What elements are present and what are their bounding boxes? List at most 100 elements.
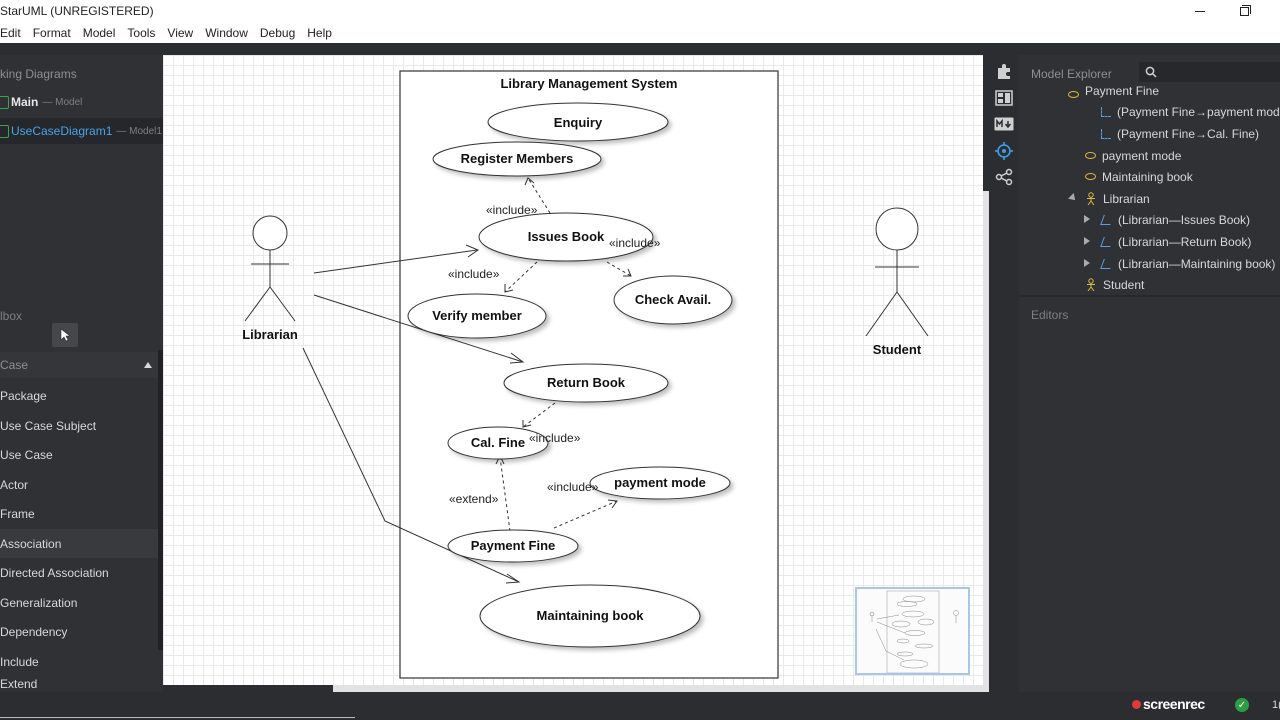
tree-item-payment-fine[interactable]: Payment Fine (1068, 80, 1159, 98)
usecase-icon (1085, 152, 1096, 159)
staruml-window: StarUML (UNREGISTERED) Edit Format Model… (0, 0, 1280, 720)
usecase-label: payment mode (614, 475, 706, 490)
tree-item-payment-mode[interactable]: payment mode (1085, 145, 1181, 166)
expand-arrow-icon[interactable] (1084, 237, 1090, 245)
association-icon (1100, 236, 1114, 247)
right-icon-bar (989, 55, 1019, 692)
include-icon (1101, 106, 1111, 117)
minimize-button[interactable] (1180, 0, 1220, 22)
tool-extend[interactable]: Extend (0, 677, 158, 692)
tool-include[interactable]: Include (0, 647, 158, 676)
usecase-return-book[interactable]: Return Book (503, 363, 669, 403)
tree-item-assoc-maintaining[interactable]: (Librarian—Maintaining book) (1084, 253, 1275, 274)
association-icon (1100, 214, 1114, 225)
usecase-payment-fine[interactable]: Payment Fine (447, 529, 579, 563)
tree-item-librarian[interactable]: Librarian (1068, 188, 1150, 209)
tree-item-maintaining-book[interactable]: Maintaining book (1085, 166, 1193, 187)
diagram-icon (0, 124, 9, 138)
share-button[interactable] (993, 166, 1015, 188)
tree-item-extend-cal-fine[interactable]: (Payment Fine→Cal. Fine) (1101, 123, 1259, 144)
menu-bar: Edit Format Model Tools View Window Debu… (0, 22, 1280, 43)
diagram-canvas[interactable]: Library Management System Enquiry Regist… (163, 55, 983, 685)
usecase-label: Payment Fine (471, 538, 556, 553)
tool-usecase-subject[interactable]: Use Case Subject (0, 411, 158, 440)
usecase-label: Enquiry (554, 115, 603, 130)
tool-actor[interactable]: Actor (0, 470, 158, 499)
menu-model[interactable]: Model (83, 26, 116, 40)
usecase-label: Cal. Fine (471, 435, 525, 450)
record-icon (1132, 699, 1141, 709)
tree-item-include-payment-mode[interactable]: (Payment Fine→payment mode) (1101, 101, 1280, 122)
tree-item-student[interactable]: Student (1085, 274, 1144, 295)
diagram-item-sub: — Model1 (116, 125, 162, 137)
usecase-label: Maintaining book (537, 608, 645, 623)
tree-item-label: Student (1103, 277, 1145, 292)
canvas-horizontal-scrollbar[interactable] (163, 685, 983, 692)
markdown-icon (994, 117, 1014, 131)
usecase-check-avail[interactable]: Check Avail. (613, 275, 733, 325)
minimize-icon (1195, 10, 1205, 12)
scroll-thumb[interactable] (163, 685, 333, 692)
menu-help[interactable]: Help (307, 26, 332, 40)
tool-association[interactable]: Association (0, 529, 158, 558)
usecase-verify-member[interactable]: Verify member (407, 293, 547, 339)
label-include-payment-mode: «include» (547, 480, 599, 494)
menu-edit[interactable]: Edit (0, 26, 21, 40)
menu-format[interactable]: Format (33, 26, 71, 40)
usecase-maintaining-book[interactable]: Maintaining book (479, 584, 701, 648)
tree-item-label: payment mode (1102, 148, 1182, 163)
tool-directed-association[interactable]: Directed Association (0, 558, 158, 587)
editors-panel: Editors (1019, 297, 1280, 692)
explorer-search-input[interactable] (1163, 64, 1273, 80)
window-title: StarUML (UNREGISTERED) (0, 4, 154, 18)
usecase-label: Register Members (461, 151, 574, 166)
menu-tools[interactable]: Tools (127, 26, 155, 40)
layout-button[interactable] (993, 87, 1015, 109)
explorer-search[interactable] (1139, 62, 1280, 82)
tree-item-assoc-issues[interactable]: (Librarian—Issues Book) (1084, 209, 1250, 230)
toolbox-section-usecase[interactable]: Case (0, 352, 158, 378)
expand-arrow-icon[interactable] (1084, 215, 1090, 223)
toolbox-section-label: Case (0, 358, 29, 372)
tool-generalization[interactable]: Generalization (0, 588, 158, 617)
tool-package[interactable]: Package (0, 381, 158, 410)
screenrec-badge: screenrec (1132, 696, 1205, 712)
model-explorer-panel: Model Explorer Payment Fine (Payment Fin… (1019, 55, 1280, 295)
tool-frame[interactable]: Frame (0, 499, 158, 528)
usecase-register-members[interactable]: Register Members (432, 141, 602, 177)
actor-librarian[interactable] (244, 215, 296, 322)
diagram-minimap[interactable] (855, 587, 970, 675)
actor-student[interactable] (865, 207, 929, 337)
system-title: Library Management System (500, 76, 677, 91)
usecase-enquiry[interactable]: Enquiry (487, 102, 669, 142)
tree-item-assoc-return[interactable]: (Librarian—Return Book) (1084, 231, 1251, 252)
tool-dependency[interactable]: Dependency (0, 617, 158, 646)
pointer-icon (60, 328, 71, 342)
tree-item-label: (Librarian—Maintaining book) (1118, 256, 1276, 271)
usecase-label: Check Avail. (635, 292, 711, 307)
pointer-tool-button[interactable] (52, 323, 78, 347)
expand-arrow-icon[interactable] (1068, 193, 1078, 203)
collapse-icon (144, 362, 152, 368)
tool-usecase[interactable]: Use Case (0, 440, 158, 469)
restore-button[interactable] (1224, 0, 1264, 22)
diagram-item-usecasediagram1[interactable]: UseCaseDiagram1 — Model1 (0, 118, 163, 144)
actor-icon (1087, 192, 1095, 205)
usecase-payment-mode[interactable]: payment mode (589, 466, 731, 500)
menu-view[interactable]: View (167, 26, 193, 40)
usecase-icon (1085, 173, 1096, 180)
tree-item-label: Librarian (1103, 191, 1150, 206)
working-diagrams-panel: king Diagrams Main — Model UseCaseDiagra… (0, 55, 163, 297)
diagram-item-main[interactable]: Main — Model (0, 89, 163, 115)
toolbox-panel: lbox Case Package Use Case Subject Use C… (0, 297, 163, 692)
extension-button[interactable] (993, 60, 1015, 82)
menu-debug[interactable]: Debug (260, 26, 295, 40)
menu-window[interactable]: Window (205, 26, 248, 40)
expand-arrow-icon[interactable] (1084, 259, 1090, 267)
diagram-item-name: UseCaseDiagram1 (11, 124, 113, 138)
navigator-button[interactable] (993, 140, 1015, 162)
minimap-preview (869, 590, 959, 674)
markdown-button[interactable] (993, 113, 1015, 135)
label-include-register: «include» (486, 203, 538, 217)
working-diagrams-header: king Diagrams (0, 67, 77, 81)
